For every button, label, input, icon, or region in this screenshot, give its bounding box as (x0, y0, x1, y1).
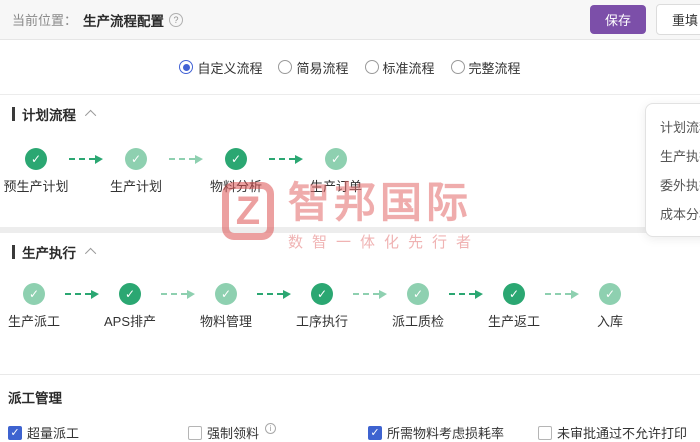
flow-step-plan: 生产计划 (104, 148, 168, 195)
plan-section: 计划流程 预生产计划 生产计划 物料分析 生产订单 (0, 105, 700, 195)
checkbox-label: 所需物料考虑损耗率 (387, 423, 504, 442)
checkbox-no-print-unapproved[interactable]: 未审批通过不允许打印 (538, 423, 700, 442)
radio-label: 完整流程 (469, 58, 521, 77)
check-circle-icon[interactable] (503, 283, 525, 305)
flow-step-material-analysis: 物料分析 (204, 148, 268, 195)
check-circle-icon[interactable] (311, 283, 333, 305)
flow-step-warehouse-in: 入库 (580, 283, 640, 330)
flow-step-material-mgmt: 物料管理 (196, 283, 256, 330)
flow-mode-selector: 自定义流程 简易流程 标准流程 完整流程 (0, 40, 700, 95)
page-title: 生产流程配置 (83, 10, 164, 30)
step-label: 预生产计划 (4, 176, 69, 195)
check-circle-icon[interactable] (225, 148, 247, 170)
radio-label: 标准流程 (383, 58, 435, 77)
exec-section-header[interactable]: 生产执行 (12, 243, 700, 261)
check-circle-icon[interactable] (599, 283, 621, 305)
radio-icon[interactable] (278, 60, 292, 74)
flow-step-production-order: 生产订单 (304, 148, 368, 195)
brand-logo-letter: Z (236, 191, 260, 231)
section-marker (12, 245, 15, 259)
step-label: 物料管理 (200, 311, 252, 330)
radio-simple-flow[interactable]: 简易流程 (278, 58, 348, 77)
divider (0, 374, 700, 375)
exec-section: 生产执行 生产派工 APS排产 物料管理 工序执行 派工质检 (0, 243, 700, 330)
radio-icon[interactable] (451, 60, 465, 74)
question-circle-icon[interactable] (169, 13, 183, 27)
section-divider (0, 227, 700, 233)
panel-item-plan-flow[interactable]: 计划流程 (660, 112, 700, 141)
panel-item-outsourcing[interactable]: 委外执行 (660, 170, 700, 199)
checkbox-over-dispatch[interactable]: 超量派工 (8, 423, 188, 442)
reset-button[interactable]: 重填 (656, 4, 700, 35)
flow-arrow-icon (160, 283, 196, 305)
flow-step-preplan: 预生产计划 (4, 148, 68, 195)
step-label: 生产订单 (310, 176, 362, 195)
radio-complete-flow[interactable]: 完整流程 (451, 58, 521, 77)
check-circle-icon[interactable] (407, 283, 429, 305)
flow-step-process-exec: 工序执行 (292, 283, 352, 330)
radio-label: 自定义流程 (197, 58, 262, 77)
check-circle-icon[interactable] (215, 283, 237, 305)
check-circle-icon[interactable] (119, 283, 141, 305)
flow-arrow-icon (448, 283, 484, 305)
step-label: 入库 (597, 311, 623, 330)
radio-custom-flow[interactable]: 自定义流程 (179, 58, 262, 77)
flow-arrow-icon (352, 283, 388, 305)
radio-label: 简易流程 (296, 58, 348, 77)
flow-arrow-icon (168, 148, 204, 170)
collapse-chevron-icon[interactable] (85, 110, 96, 121)
save-button[interactable]: 保存 (590, 5, 646, 34)
radio-icon[interactable] (365, 60, 379, 74)
radio-icon[interactable] (179, 60, 193, 74)
exec-flow: 生产派工 APS排产 物料管理 工序执行 派工质检 生产返工 入 (0, 283, 700, 330)
info-icon[interactable] (265, 423, 276, 434)
plan-flow: 预生产计划 生产计划 物料分析 生产订单 (0, 148, 700, 195)
plan-section-title: 计划流程 (22, 104, 76, 124)
checkbox-label: 强制领料 (207, 423, 259, 442)
section-marker (12, 107, 15, 121)
flow-arrow-icon (64, 283, 100, 305)
dispatch-options: 超量派工 强制领料 所需物料考虑损耗率 未审批通过不允许打印 (0, 423, 700, 442)
flow-step-rework: 生产返工 (484, 283, 544, 330)
step-label: 生产返工 (488, 311, 540, 330)
checkbox-label: 超量派工 (27, 423, 79, 442)
flow-nav-panel: 计划流程 生产执行 委外执行 成本分析 (645, 103, 700, 237)
checkbox-material-loss-rate[interactable]: 所需物料考虑损耗率 (368, 423, 538, 442)
collapse-chevron-icon[interactable] (85, 248, 96, 259)
step-label: 生产派工 (8, 311, 60, 330)
flow-arrow-icon (68, 148, 104, 170)
panel-item-cost-analysis[interactable]: 成本分析 (660, 199, 700, 228)
check-circle-icon[interactable] (23, 283, 45, 305)
flow-arrow-icon (268, 148, 304, 170)
panel-item-exec[interactable]: 生产执行 (660, 141, 700, 170)
flow-step-dispatch-qc: 派工质检 (388, 283, 448, 330)
step-label: 物料分析 (210, 176, 262, 195)
topbar: 当前位置： 生产流程配置 保存 重填 (0, 0, 700, 40)
check-circle-icon[interactable] (325, 148, 347, 170)
dispatch-section: 派工管理 超量派工 强制领料 所需物料考虑损耗率 未审批通过不允许打印 (0, 387, 700, 442)
dispatch-section-title: 派工管理 (8, 387, 700, 407)
flow-arrow-icon (544, 283, 580, 305)
step-label: 派工质检 (392, 311, 444, 330)
step-label: APS排产 (104, 311, 156, 330)
step-label: 工序执行 (296, 311, 348, 330)
flow-step-dispatch: 生产派工 (4, 283, 64, 330)
plan-section-header[interactable]: 计划流程 (12, 105, 700, 123)
checkbox-forced-picking[interactable]: 强制领料 (188, 423, 368, 442)
radio-standard-flow[interactable]: 标准流程 (365, 58, 435, 77)
flow-step-aps: APS排产 (100, 283, 160, 330)
checkbox-label: 未审批通过不允许打印 (557, 423, 687, 442)
step-label: 生产计划 (110, 176, 162, 195)
check-circle-icon[interactable] (25, 148, 47, 170)
flow-arrow-icon (256, 283, 292, 305)
exec-section-title: 生产执行 (22, 242, 76, 262)
breadcrumb-label: 当前位置： (12, 10, 77, 29)
check-circle-icon[interactable] (125, 148, 147, 170)
